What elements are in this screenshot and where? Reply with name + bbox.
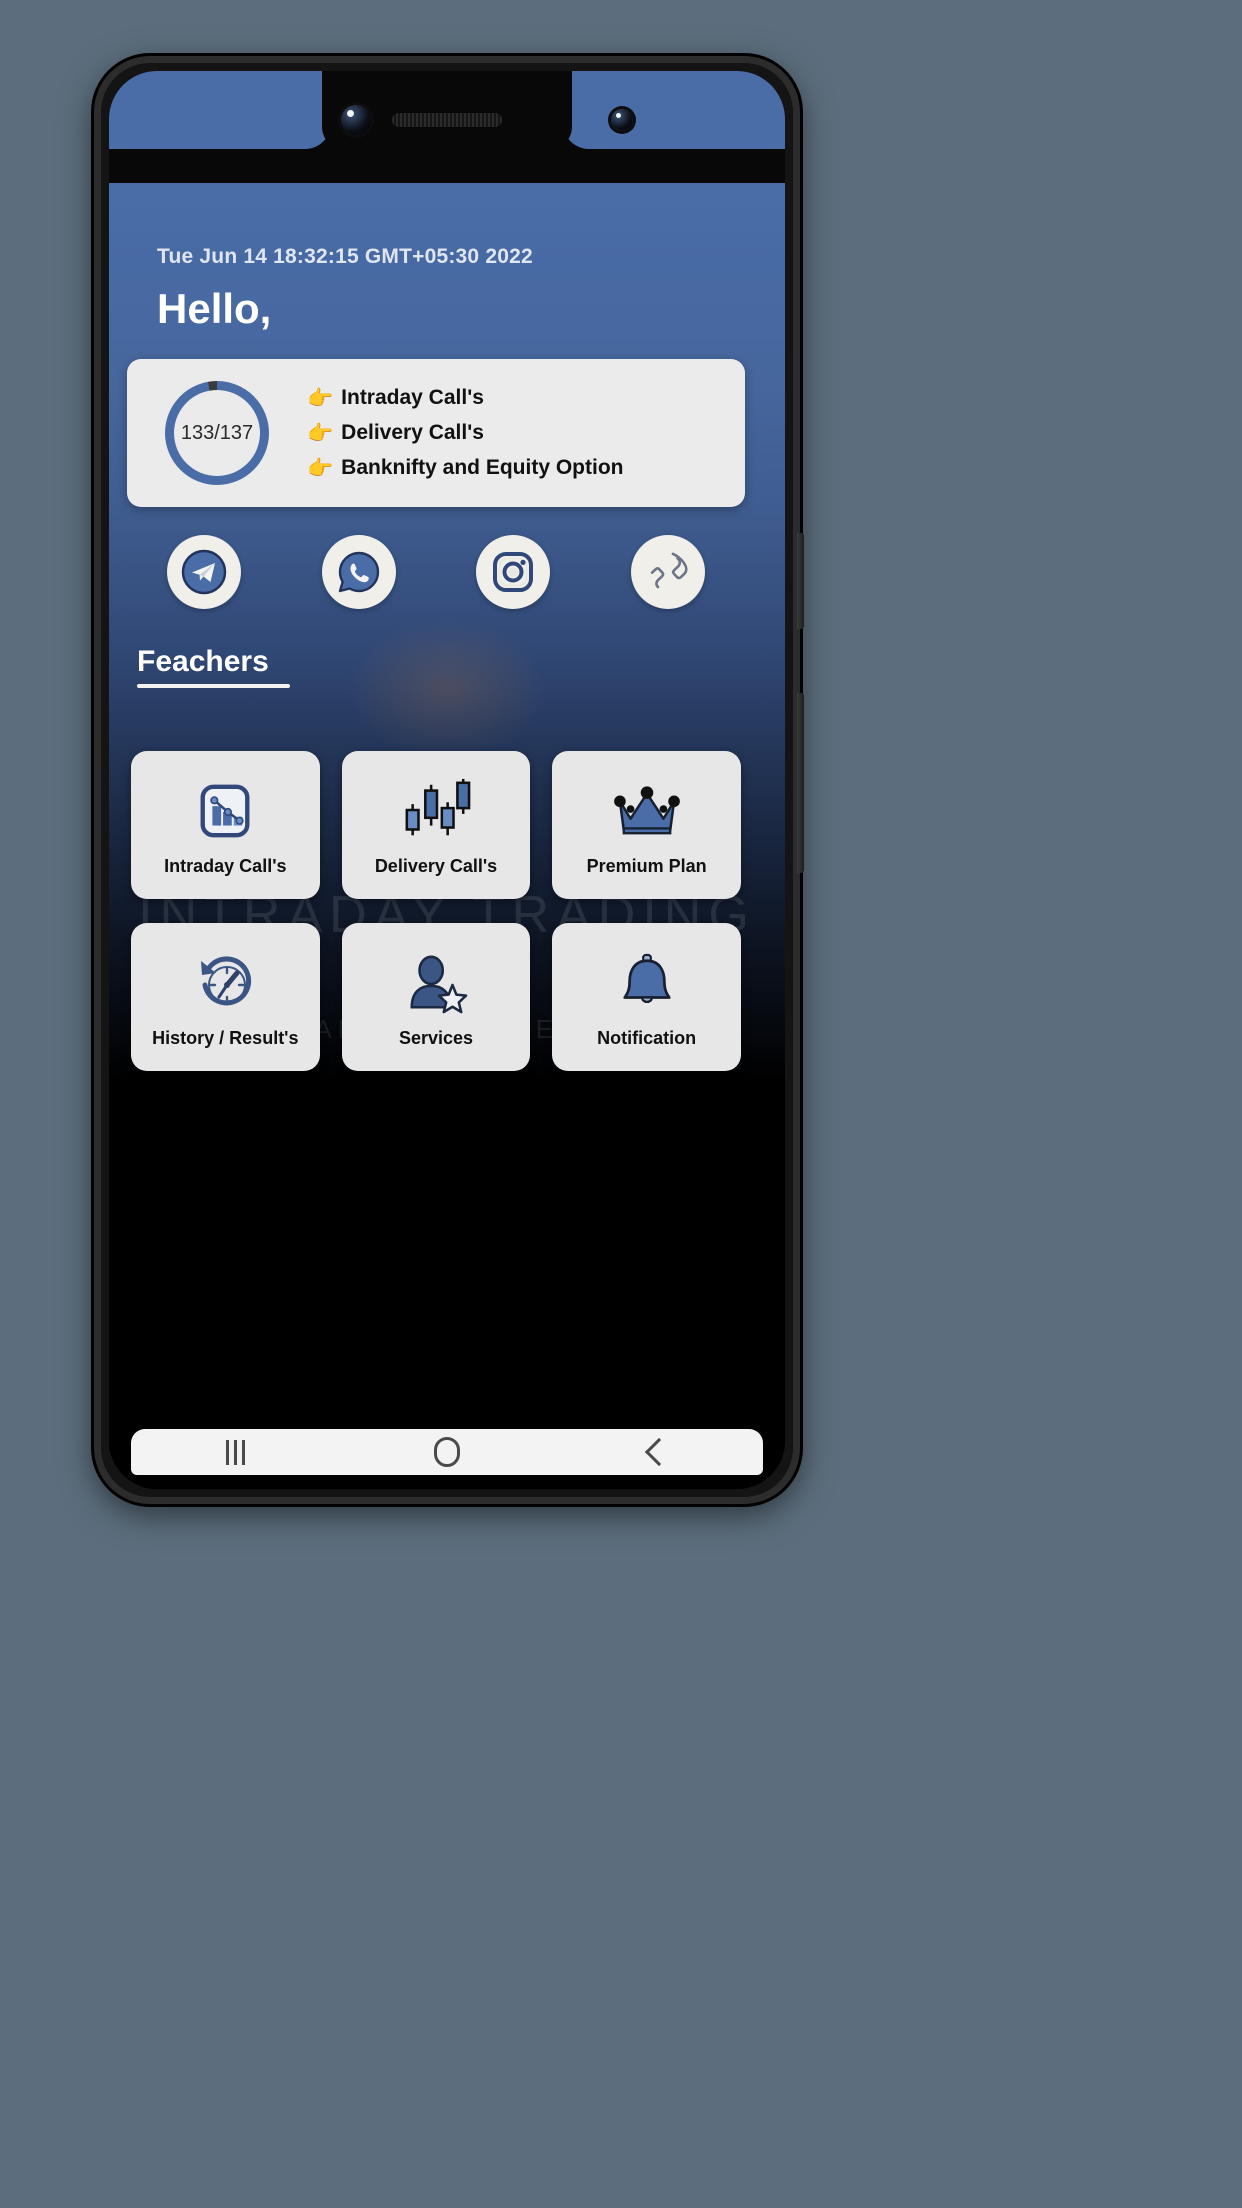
home-icon[interactable] (433, 1437, 460, 1467)
feature-tile-history-results[interactable]: History / Result's (131, 923, 320, 1071)
clock-history-icon (193, 945, 257, 1021)
feature-tile-label: Notification (597, 1028, 697, 1049)
progress-ring-label: 133/137 (180, 421, 254, 444)
features-grid: Intraday Call's Delivery Call's Premium … (131, 751, 741, 1071)
bullet-label: Intraday Call's (341, 386, 484, 409)
app-content: INTRADAY TRADING TIPS MARKET LEADERS Tue… (109, 183, 785, 1489)
feature-tile-services[interactable]: Services (341, 923, 531, 1071)
desktop-backdrop: INTRADAY TRADING TIPS MARKET LEADERS Tue… (0, 0, 1242, 2208)
feature-tile-label: History / Result's (152, 1028, 299, 1049)
social-button-instagram[interactable] (476, 535, 551, 609)
speaker-grille-icon (392, 113, 502, 127)
watermark-logo (342, 613, 552, 763)
bullet-label: Delivery Call's (341, 421, 484, 444)
feature-tile-delivery-calls[interactable]: Delivery Call's (341, 751, 531, 899)
social-button-telegram[interactable] (167, 535, 242, 609)
crown-icon (612, 773, 682, 849)
notch-wing-right (563, 71, 785, 149)
progress-ring: 133/137 (165, 381, 269, 485)
camera-lens-icon (611, 109, 633, 131)
power-button[interactable] (797, 693, 804, 873)
volume-button[interactable] (797, 533, 804, 629)
greeting-text: Hello, (157, 285, 272, 332)
pointing-hand-icon: 👉 (307, 456, 334, 480)
android-navigation-bar (131, 1429, 763, 1475)
status-notch-bar (109, 71, 785, 183)
notch-wing-left (109, 71, 331, 149)
social-button-call[interactable] (630, 535, 705, 609)
list-item: 👉 Delivery Call's (307, 421, 733, 445)
section-title-feachers: Feachers (137, 645, 290, 694)
section-title-underline (137, 684, 290, 688)
feature-tile-label: Delivery Call's (374, 856, 498, 877)
social-button-whatsapp[interactable] (321, 535, 396, 609)
phone-icon (644, 548, 692, 596)
feature-tile-intraday-calls[interactable]: Intraday Call's (131, 751, 320, 899)
bar-chart-icon (194, 773, 256, 849)
phone-screen: INTRADAY TRADING TIPS MARKET LEADERS Tue… (109, 71, 785, 1489)
datetime-text: Tue Jun 14 18:32:15 GMT+05:30 2022 (157, 245, 533, 268)
phone-device-frame: INTRADAY TRADING TIPS MARKET LEADERS Tue… (94, 56, 804, 1504)
summary-card: 133/137 👉 Intraday Call's 👉 Delivery Cal… (127, 359, 745, 507)
feature-tile-label: Services (398, 1028, 474, 1049)
phone-bezel: INTRADAY TRADING TIPS MARKET LEADERS Tue… (109, 71, 785, 1489)
feature-tile-label: Premium Plan (586, 856, 707, 877)
card-bullet-list: 👉 Intraday Call's 👉 Delivery Call's 👉 Ba… (307, 375, 745, 491)
bell-icon (617, 945, 677, 1021)
feature-tile-notification[interactable]: Notification (552, 923, 741, 1071)
back-icon[interactable] (644, 1437, 673, 1467)
section-title-label: Feachers (137, 645, 269, 678)
camera-lens-icon (341, 105, 371, 135)
feature-tile-premium-plan[interactable]: Premium Plan (552, 751, 741, 899)
progress-ring-wrapper: 133/137 (127, 381, 307, 485)
telegram-icon (180, 548, 228, 596)
feature-tile-label: Intraday Call's (164, 856, 287, 877)
social-links-row (127, 535, 745, 609)
list-item: 👉 Banknifty and Equity Option (307, 456, 733, 480)
instagram-icon (489, 548, 537, 596)
pointing-hand-icon: 👉 (307, 421, 334, 445)
candlestick-chart-icon (401, 773, 471, 849)
pointing-hand-icon: 👉 (307, 386, 334, 410)
list-item: 👉 Intraday Call's (307, 386, 733, 410)
whatsapp-icon (335, 548, 383, 596)
bullet-label: Banknifty and Equity Option (341, 456, 624, 479)
user-star-icon (404, 945, 468, 1021)
recents-icon[interactable] (225, 1439, 245, 1465)
